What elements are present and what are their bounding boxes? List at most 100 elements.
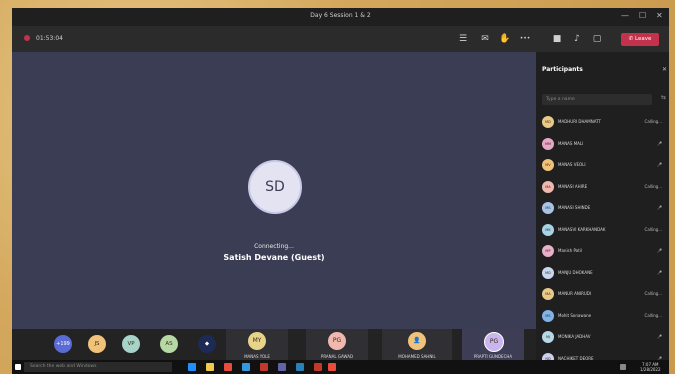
participant-row[interactable]: MS Mohit Sonawane Calling... (542, 309, 662, 324)
more-actions-icon[interactable]: ••• (518, 32, 532, 46)
participant-status: 🎤 (657, 269, 662, 275)
participant-avatar: MJ (542, 331, 554, 343)
participant-status: Calling... (644, 226, 662, 232)
participant-row[interactable]: MP Manish Patil 🎤 (542, 245, 662, 259)
participant-avatar: MD (542, 266, 554, 279)
participant-row[interactable]: MA MANUR ANIRUDI Calling... (542, 288, 662, 302)
tile-avatar: PG (328, 332, 346, 350)
video-tile[interactable]: 👤 MOHAMED SAHNIL (382, 329, 452, 360)
participants-panel: Participants ✕ Type a name ⇆ MD MADHURI D… (536, 52, 669, 360)
video-tile[interactable]: PG PRAPTI GUNDECHA (462, 329, 524, 360)
participant-name: MANASI SHINDE (558, 205, 591, 210)
tile-avatar: MY (248, 332, 266, 350)
participant-name: MANASVI KARKHANDAK (558, 226, 606, 232)
leave-button[interactable]: ✆ Leave (621, 33, 659, 46)
callee-name: Satish Devane (Guest) (223, 253, 325, 262)
chat-icon[interactable]: ✉ (478, 32, 492, 46)
clock-date: 1/28/2022 (640, 367, 661, 372)
participant-row[interactable]: MA MANASI AHIRE Calling... (542, 180, 662, 195)
maximize-button[interactable]: ☐ (639, 11, 646, 21)
participant-strip: +199 JS VP AS ◆ MY MANAS YOLE PG PRANAL … (12, 329, 536, 360)
clock[interactable]: 7:07 AM 1/28/2022 (640, 362, 661, 372)
tile-name: PRAPTI GUNDECHA (473, 354, 513, 359)
participant-row[interactable]: MS MANASI SHINDE 🎤 (542, 202, 662, 216)
participant-name: MADHURI DHAMNATT (558, 119, 601, 124)
edge-icon[interactable] (188, 363, 196, 371)
participant-status: 🎤 (657, 140, 662, 146)
participant-avatar: MA (542, 180, 554, 193)
strip-avatar[interactable]: JS (88, 335, 106, 353)
close-panel-icon[interactable]: ✕ (662, 66, 667, 73)
participant-row[interactable]: MK MANASVI KARKHANDAK Calling... (542, 223, 662, 238)
participant-status: 🎤 (657, 248, 662, 253)
participant-status: Calling... (644, 183, 662, 189)
file-explorer-icon[interactable] (206, 363, 214, 371)
share-invite-icon[interactable]: ⇆ (661, 94, 666, 101)
participant-name: MANUR ANIRUDI (558, 291, 592, 296)
participant-row[interactable]: MM MANAS MALI 🎤 (542, 137, 662, 152)
strip-avatar[interactable]: AS (160, 335, 178, 353)
tile-avatar: PG (484, 332, 504, 352)
tile-name: PRANAL GAWAD (320, 354, 354, 359)
call-timer: 01:53:04 (36, 35, 63, 42)
title-bar: Day 6 Session 1 & 2 — ☐ ✕ (12, 8, 669, 26)
tile-name: MOHAMED SAHNIL (398, 354, 436, 359)
logo-avatar[interactable]: ◆ (198, 335, 216, 353)
office-icon[interactable] (260, 363, 268, 371)
app-icon[interactable] (328, 363, 336, 371)
participant-avatar: MV (542, 159, 554, 171)
close-window-button[interactable]: ✕ (656, 11, 663, 21)
participant-search-input[interactable]: Type a name (542, 94, 652, 105)
taskbar-search-input[interactable]: Search the web and Windows (24, 362, 172, 372)
outlook-icon[interactable] (296, 363, 304, 371)
participant-row[interactable]: MD MANJU DHOKANE 🎤 (542, 266, 662, 281)
tile-avatar: 👤 (408, 332, 426, 350)
participant-avatar: MS (542, 309, 554, 322)
participant-status: 🎤 (657, 205, 662, 210)
strip-avatar[interactable]: VP (122, 335, 140, 353)
call-stage: SD Connecting... Satish Devane (Guest) (12, 52, 536, 329)
participant-row[interactable]: MJ MONIKA JADHAV 🎤 (542, 331, 662, 345)
leave-label: Leave (634, 36, 652, 42)
network-icon[interactable] (620, 364, 626, 370)
participant-avatar: MK (542, 223, 554, 236)
participant-status: Calling... (644, 291, 662, 296)
chrome-icon[interactable] (224, 363, 232, 371)
participant-name: Mohit Sonawane (558, 312, 592, 318)
participant-avatar: MD (542, 116, 554, 128)
participant-name: MANAS VEOLI (558, 162, 586, 167)
participants-icon[interactable]: ☰ (456, 32, 470, 46)
participant-name: MONIKA JADHAV (558, 334, 591, 339)
video-tile[interactable]: PG PRANAL GAWAD (306, 329, 368, 360)
participant-row[interactable]: ND NACHIKET DEORE 🎤 (542, 352, 662, 360)
start-icon[interactable] (15, 364, 21, 370)
video-tile[interactable]: MY MANAS YOLE (226, 329, 288, 360)
minimize-button[interactable]: — (621, 11, 629, 21)
more-participants-avatar[interactable]: +199 (54, 335, 72, 353)
participant-status: 🎤 (657, 162, 662, 167)
meeting-toolbar: 01:53:04 ☰ ✉ ✋ ••• ■ ♪ ▢ ✆ Leave (12, 26, 669, 52)
windows-taskbar: Search the web and Windows 7:07 AM 1/28/… (12, 360, 669, 374)
share-screen-icon[interactable]: ▢ (590, 32, 604, 46)
teams-icon[interactable] (278, 363, 286, 371)
participant-name: MANAS MALI (558, 140, 584, 146)
teams-window: Day 6 Session 1 & 2 — ☐ ✕ 01:53:04 ☰ ✉ ✋… (12, 8, 669, 360)
participant-status: Calling... (644, 312, 662, 318)
store-icon[interactable] (242, 363, 250, 371)
microphone-icon[interactable]: ♪ (570, 32, 584, 46)
panel-title: Participants (542, 66, 583, 73)
window-title: Day 6 Session 1 & 2 (310, 12, 371, 19)
camera-icon[interactable]: ■ (550, 32, 564, 46)
caller-avatar: SD (248, 160, 302, 214)
app-icon[interactable] (314, 363, 322, 371)
participant-row[interactable]: MD MADHURI DHAMNATT Calling... (542, 116, 662, 130)
participant-name: Manish Patil (558, 248, 582, 253)
participant-name: MANJU DHOKANE (558, 269, 593, 275)
raise-hand-icon[interactable]: ✋ (498, 32, 512, 46)
participant-avatar: MP (542, 245, 554, 257)
participant-avatar: MM (542, 137, 554, 150)
participant-row[interactable]: MV MANAS VEOLI 🎤 (542, 159, 662, 173)
participant-name: MANASI AHIRE (558, 183, 588, 189)
participant-avatar: ND (542, 352, 554, 360)
participant-status: Calling... (644, 119, 662, 124)
